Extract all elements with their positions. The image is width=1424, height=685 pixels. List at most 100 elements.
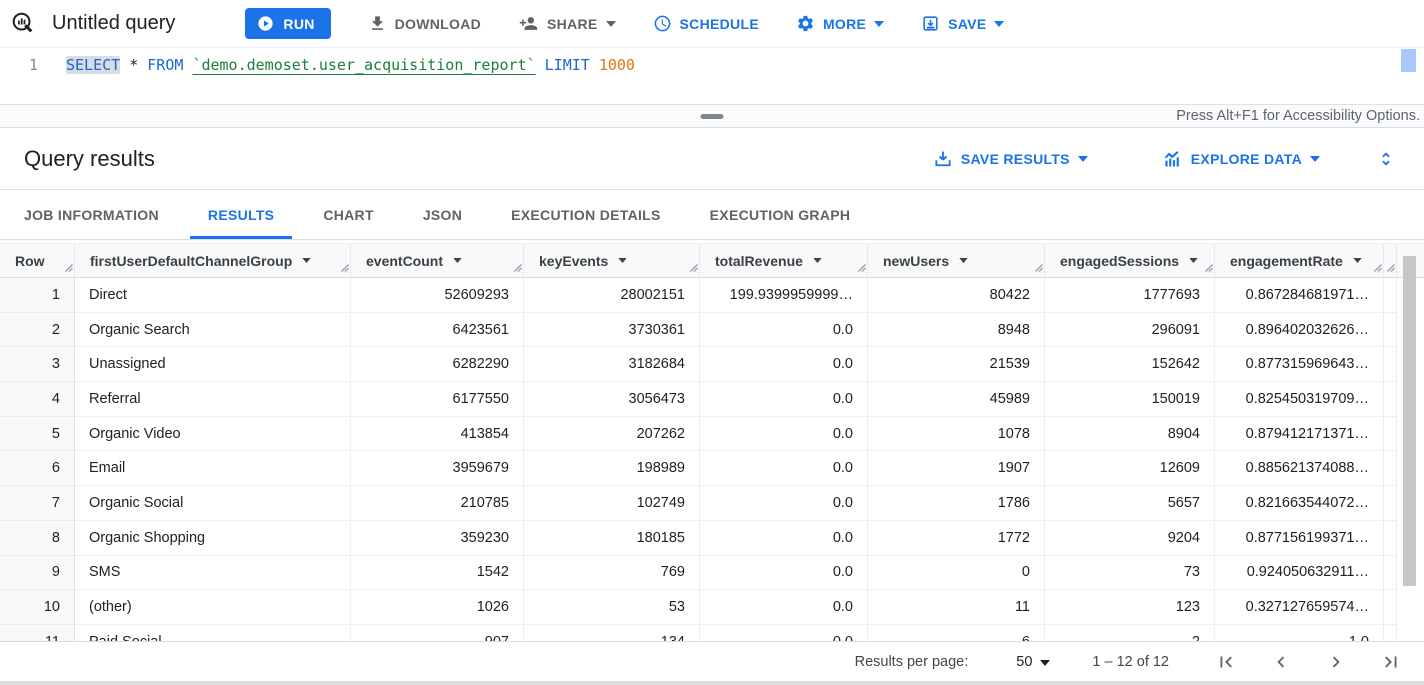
cell-firstuserdefaultchannelgroup: Direct [75, 278, 351, 313]
column-resize-handle[interactable] [857, 259, 866, 275]
page-size-select[interactable]: 50 [1016, 654, 1050, 670]
chevron-right-button[interactable] [1325, 651, 1347, 673]
column-resize-handle[interactable] [64, 259, 73, 275]
table-row: 6Email39596791989890.01907126090.8856213… [0, 451, 1424, 486]
cell-keyevents: 134 [524, 625, 700, 641]
column-caret-icon[interactable] [959, 258, 968, 263]
pagination-range: 1 – 12 of 12 [1092, 654, 1169, 670]
column-caret-icon[interactable] [618, 258, 627, 263]
cell-engagedsessions: 123 [1045, 590, 1215, 625]
page-size-value: 50 [1016, 654, 1032, 670]
cell-firstuserdefaultchannelgroup: Referral [75, 382, 351, 417]
column-header-keyevents[interactable]: keyEvents [524, 244, 700, 277]
explore-data-button[interactable]: EXPLORE DATA [1162, 149, 1320, 169]
cell-eventcount: 3959679 [351, 451, 524, 486]
caret-down-icon [1040, 654, 1050, 670]
sql-code-line[interactable]: SELECT * FROM `demo.demoset.user_acquisi… [48, 48, 635, 104]
cell-firstuserdefaultchannelgroup: (other) [75, 590, 351, 625]
run-button[interactable]: RUN [245, 8, 330, 39]
column-label: Row [15, 253, 45, 269]
tab-chart[interactable]: CHART [305, 190, 392, 239]
column-resize-handle[interactable] [340, 259, 349, 275]
save-results-button-label: SAVE RESULTS [961, 151, 1070, 167]
sql-editor[interactable]: 1 SELECT * FROM `demo.demoset.user_acqui… [0, 48, 1424, 105]
column-resize-handle[interactable] [1386, 259, 1395, 275]
column-header-eventcount[interactable]: eventCount [351, 244, 524, 277]
save-results-button[interactable]: SAVE RESULTS [933, 149, 1088, 169]
column-caret-icon[interactable] [1353, 258, 1362, 263]
cell-keyevents: 3056473 [524, 382, 700, 417]
more-button[interactable]: MORE [796, 14, 884, 33]
column-caret-icon[interactable] [453, 258, 462, 263]
cell-keyevents: 769 [524, 556, 700, 591]
cell-keyevents: 207262 [524, 417, 700, 452]
cell-engagedsessions: 9204 [1045, 521, 1215, 556]
sql-token: FROM [147, 56, 183, 74]
column-caret-icon[interactable] [1189, 258, 1198, 263]
cell-keyevents: 28002151 [524, 278, 700, 313]
horizontal-scrollbar-track[interactable] [0, 681, 1424, 685]
cell-engagedsessions: 150019 [1045, 382, 1215, 417]
column-header-firstuserdefaultchannelgroup[interactable]: firstUserDefaultChannelGroup [75, 244, 351, 277]
cell-engagementrate: 0.885621374088… [1215, 451, 1384, 486]
save-results-icon [933, 149, 953, 169]
column-caret-icon[interactable] [813, 258, 822, 263]
cell-firstuserdefaultchannelgroup: Organic Social [75, 486, 351, 521]
cell-newusers: 1772 [868, 521, 1045, 556]
cell-engagementrate: 0.896402032626… [1215, 313, 1384, 348]
download-button[interactable]: DOWNLOAD [368, 14, 481, 33]
column-resize-handle[interactable] [689, 259, 698, 275]
last-page-button[interactable] [1380, 651, 1402, 673]
cell-newusers: 45989 [868, 382, 1045, 417]
row-number: 1 [0, 278, 75, 313]
table-scrollbar-thumb[interactable] [1403, 256, 1416, 586]
cell-keyevents: 180185 [524, 521, 700, 556]
column-header-newusers[interactable]: newUsers [868, 244, 1045, 277]
expand-results-button[interactable] [1376, 148, 1396, 170]
table-row: 9SMS15427690.00730.924050632911… [0, 556, 1424, 591]
cell-eventcount: 6423561 [351, 313, 524, 348]
cell-engagementrate: 0.825450319709… [1215, 382, 1384, 417]
results-tab-bar: JOB INFORMATION RESULTS CHART JSON EXECUTION… [0, 190, 1424, 240]
cell-totalrevenue: 0.0 [700, 590, 868, 625]
column-resize-handle[interactable] [1204, 259, 1213, 275]
cell-engagementrate: 0.877315969643… [1215, 347, 1384, 382]
query-results-header: Query results SAVE RESULTSEXPLORE DATA [0, 128, 1424, 190]
tab-json[interactable]: JSON [405, 190, 480, 239]
tab-execution-graph[interactable]: EXECUTION GRAPH [692, 190, 869, 239]
column-header-engagementrate[interactable]: engagementRate [1215, 244, 1384, 277]
table-reference-link[interactable]: `demo.demoset.user_acquisition_report` [192, 56, 535, 74]
save-button[interactable]: SAVE [921, 14, 1004, 33]
cell-firstuserdefaultchannelgroup: Email [75, 451, 351, 486]
schedule-button-label: SCHEDULE [680, 16, 759, 32]
column-header-engagedsessions[interactable]: engagedSessions [1045, 244, 1215, 277]
column-header-totalrevenue[interactable]: totalRevenue [700, 244, 868, 277]
cell-filler [1384, 313, 1397, 348]
column-caret-icon[interactable] [302, 258, 311, 263]
cell-filler [1384, 556, 1397, 591]
first-page-button[interactable] [1215, 651, 1237, 673]
accessibility-hint: Press Alt+F1 for Accessibility Options. [1176, 108, 1420, 124]
chevron-left-button[interactable] [1270, 651, 1292, 673]
column-resize-handle[interactable] [513, 259, 522, 275]
tab-execution-details[interactable]: EXECUTION DETAILS [493, 190, 679, 239]
editor-scrollbar-thumb[interactable] [1401, 49, 1416, 72]
caret-down-icon [1310, 156, 1320, 162]
bigquery-query-icon [10, 10, 37, 37]
column-label: engagedSessions [1060, 253, 1179, 269]
column-resize-handle[interactable] [1373, 259, 1382, 275]
share-button[interactable]: SHARE [518, 14, 616, 33]
column-resize-handle[interactable] [1034, 259, 1043, 275]
cell-newusers: 1078 [868, 417, 1045, 452]
schedule-button[interactable]: SCHEDULE [653, 14, 759, 33]
cell-engagementrate: 0.867284681971… [1215, 278, 1384, 313]
cell-engagedsessions: 73 [1045, 556, 1215, 591]
row-number: 7 [0, 486, 75, 521]
tab-job-information[interactable]: JOB INFORMATION [6, 190, 177, 239]
cell-engagedsessions: 296091 [1045, 313, 1215, 348]
cell-newusers: 6 [868, 625, 1045, 641]
splitter-drag-handle[interactable] [701, 114, 724, 119]
column-header-filler [1384, 244, 1397, 277]
tab-results[interactable]: RESULTS [190, 190, 292, 239]
cell-totalrevenue: 0.0 [700, 347, 868, 382]
